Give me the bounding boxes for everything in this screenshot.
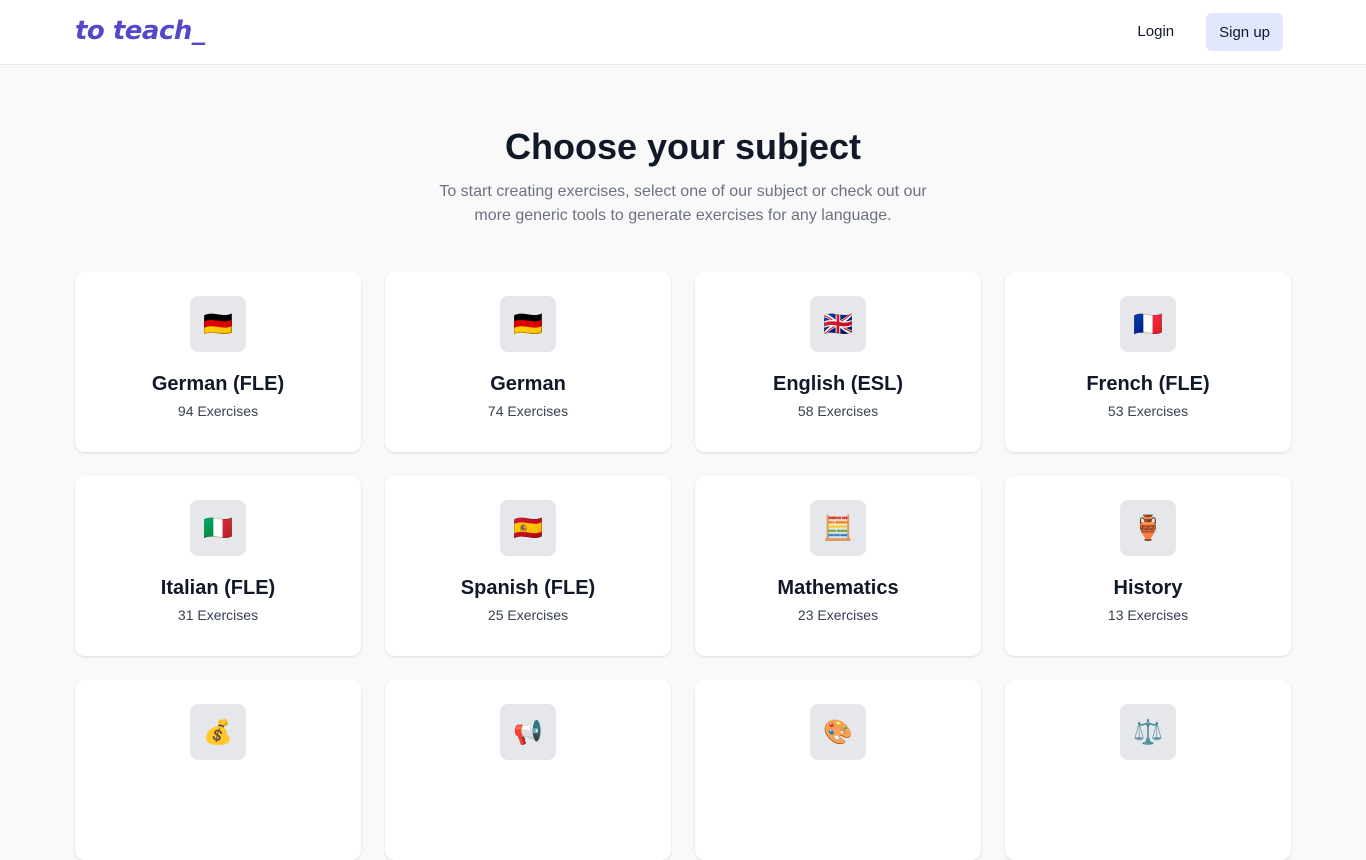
subject-card[interactable]: 🇮🇹 Italian (FLE) 31 Exercises <box>75 476 361 656</box>
abacus-icon: 🧮 <box>810 500 866 556</box>
scales-icon: ⚖️ <box>1120 704 1176 760</box>
exercise-count: 94 Exercises <box>177 403 259 419</box>
subject-card[interactable]: ⚖️ <box>1005 680 1291 860</box>
amphora-icon: 🏺 <box>1120 500 1176 556</box>
exercise-count: 58 Exercises <box>797 403 879 419</box>
germany-flag-icon: 🇩🇪 <box>190 296 246 352</box>
page-title: Choose your subject <box>504 126 862 167</box>
top-navbar: to teach_ Login Sign up <box>0 0 1366 65</box>
spain-flag-icon: 🇪🇸 <box>500 500 556 556</box>
subject-card[interactable]: 🇩🇪 German 74 Exercises <box>385 272 671 452</box>
logo[interactable]: to teach_ <box>75 16 205 46</box>
palette-icon: 🎨 <box>810 704 866 760</box>
subject-name: Mathematics <box>777 577 899 599</box>
exercise-count: 53 Exercises <box>1107 403 1189 419</box>
exercise-count: 74 Exercises <box>487 403 569 419</box>
subject-name: German (FLE) <box>151 373 285 395</box>
subject-card[interactable]: 🇪🇸 Spanish (FLE) 25 Exercises <box>385 476 671 656</box>
megaphone-icon: 📢 <box>500 704 556 760</box>
subject-card[interactable]: 🏺 History 13 Exercises <box>1005 476 1291 656</box>
subject-name: Spanish (FLE) <box>460 577 596 599</box>
subject-name: French (FLE) <box>1086 373 1210 395</box>
uk-flag-icon: 🇬🇧 <box>810 296 866 352</box>
subject-card[interactable]: 🇩🇪 German (FLE) 94 Exercises <box>75 272 361 452</box>
france-flag-icon: 🇫🇷 <box>1120 296 1176 352</box>
hero-section: Choose your subject To start creating ex… <box>0 124 1366 228</box>
nav-actions: Login Sign up <box>1137 13 1283 51</box>
subject-card[interactable]: 🧮 Mathematics 23 Exercises <box>695 476 981 656</box>
money-bag-icon: 💰 <box>190 704 246 760</box>
subject-name: German <box>490 373 566 395</box>
exercise-count: 25 Exercises <box>487 607 569 623</box>
subject-grid: 🇩🇪 German (FLE) 94 Exercises 🇩🇪 German 7… <box>75 272 1291 860</box>
page-subtitle: To start creating exercises, select one … <box>439 183 927 224</box>
subject-card[interactable]: 💰 <box>75 680 361 860</box>
subject-name: History <box>1113 577 1183 599</box>
subject-card[interactable]: 🇫🇷 French (FLE) 53 Exercises <box>1005 272 1291 452</box>
exercise-count: 13 Exercises <box>1107 607 1189 623</box>
subject-card[interactable]: 🎨 <box>695 680 981 860</box>
subject-name: English (ESL) <box>773 373 903 395</box>
subject-card[interactable]: 📢 <box>385 680 671 860</box>
italy-flag-icon: 🇮🇹 <box>190 500 246 556</box>
login-link[interactable]: Login <box>1137 13 1174 51</box>
signup-button[interactable]: Sign up <box>1206 13 1283 51</box>
exercise-count: 23 Exercises <box>797 607 879 623</box>
subject-card[interactable]: 🇬🇧 English (ESL) 58 Exercises <box>695 272 981 452</box>
germany-flag-icon: 🇩🇪 <box>500 296 556 352</box>
subject-name: Italian (FLE) <box>160 577 276 599</box>
exercise-count: 31 Exercises <box>177 607 259 623</box>
